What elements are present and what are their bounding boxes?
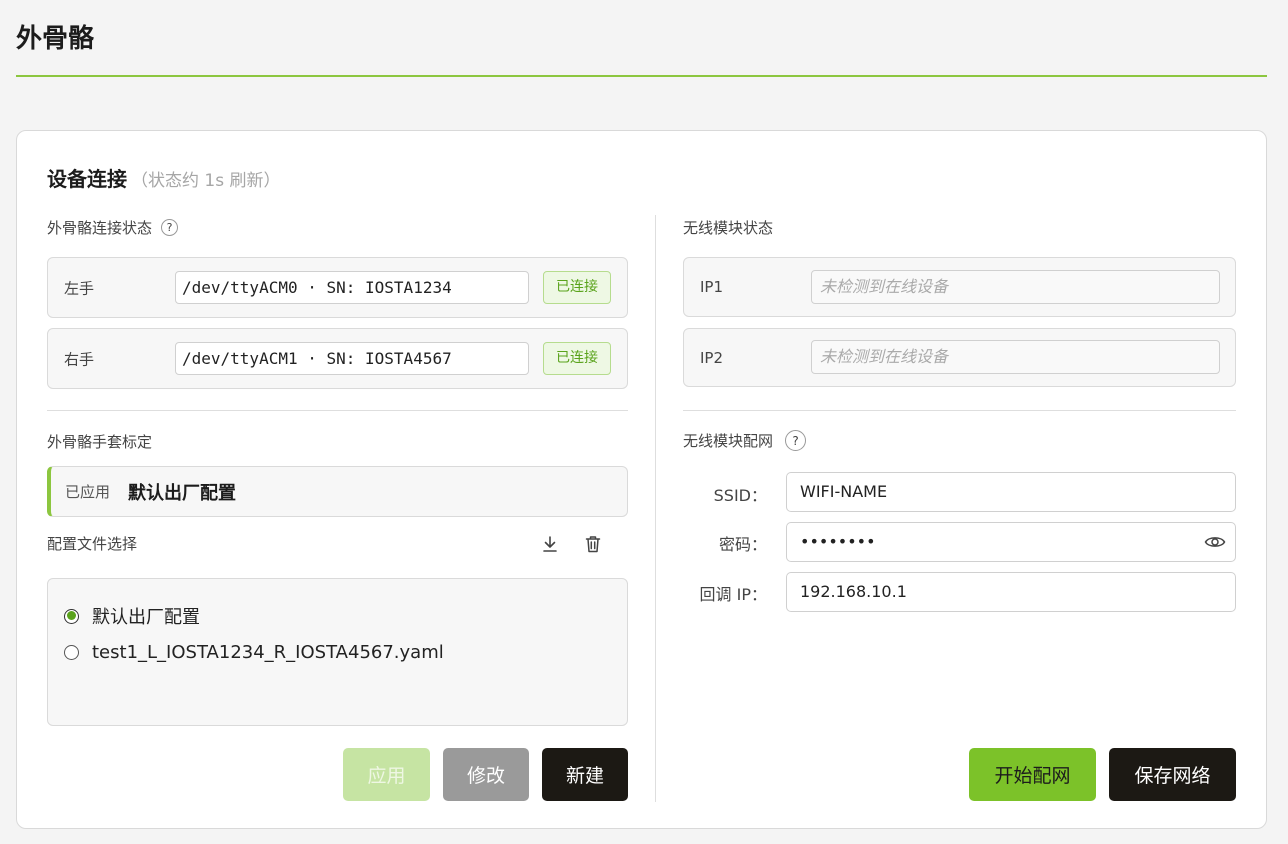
- ip1-row: IP1 未检测到在线设备: [683, 257, 1236, 317]
- trash-icon[interactable]: [582, 533, 604, 555]
- password-input[interactable]: ••••••••: [786, 522, 1236, 562]
- ip2-label: IP2: [700, 348, 724, 367]
- radio-checked[interactable]: [64, 608, 79, 624]
- ip2-field: 未检测到在线设备: [811, 340, 1220, 374]
- download-icon[interactable]: [539, 533, 561, 555]
- applied-label: 已应用: [65, 483, 111, 501]
- ip1-label: IP1: [700, 278, 724, 296]
- device-connection-card: 设备连接 （状态约 1s 刷新） 外骨骼连接状态 ? 左手 /dev/ttyACM…: [16, 130, 1267, 829]
- file-name: test1_L_IOSTA1234_R_IOSTA4567.yaml: [92, 642, 444, 663]
- config-file-list: 默认出厂配置 test1_L_IOSTA1234_R_IOSTA4567.yam…: [47, 578, 628, 726]
- help-icon[interactable]: ?: [161, 219, 179, 236]
- apply-button[interactable]: 应用: [343, 748, 430, 801]
- eye-icon[interactable]: [1204, 533, 1226, 551]
- file-item-factory-default[interactable]: 默认出厂配置: [64, 603, 200, 629]
- file-name: 默认出厂配置: [92, 607, 200, 628]
- right-hand-status-badge: 已连接: [543, 342, 611, 375]
- callback-ip-input[interactable]: 192.168.10.1: [786, 572, 1236, 612]
- title-divider: [16, 75, 1267, 77]
- left-hand-row: 左手 /dev/ttyACM0 · SN: IOSTA1234 已连接: [47, 257, 628, 318]
- callback-ip-label: 回调 IP：: [699, 585, 767, 604]
- network-config-label: 无线模块配网 ?: [683, 430, 807, 451]
- network-config-label-text: 无线模块配网: [683, 432, 774, 450]
- wireless-status-label: 无线模块状态: [683, 219, 774, 237]
- ssid-label: SSID：: [713, 486, 767, 505]
- file-item-test1-yaml[interactable]: test1_L_IOSTA1234_R_IOSTA4567.yaml: [64, 642, 444, 663]
- card-title: 设备连接 （状态约 1s 刷新）: [47, 163, 280, 192]
- save-network-button[interactable]: 保存网络: [1109, 748, 1236, 801]
- left-hand-port-field: /dev/ttyACM0 · SN: IOSTA1234: [175, 271, 529, 304]
- card-refresh-hint: （状态约 1s 刷新）: [131, 171, 281, 191]
- help-icon[interactable]: ?: [785, 430, 807, 451]
- new-button[interactable]: 新建: [542, 748, 628, 801]
- calibration-label: 外骨骼手套标定: [47, 433, 153, 451]
- ip2-row: IP2 未检测到在线设备: [683, 328, 1236, 387]
- column-divider: [655, 215, 656, 802]
- radio-unchecked[interactable]: [64, 645, 79, 660]
- right-hand-row: 右手 /dev/ttyACM1 · SN: IOSTA4567 已连接: [47, 328, 628, 389]
- card-title-text: 设备连接: [47, 167, 127, 191]
- ip1-field: 未检测到在线设备: [811, 270, 1220, 304]
- left-hand-status-badge: 已连接: [543, 271, 611, 304]
- right-divider: [683, 410, 1236, 411]
- file-select-label: 配置文件选择: [47, 535, 138, 553]
- exo-status-label-text: 外骨骼连接状态: [47, 219, 153, 237]
- password-label: 密码：: [718, 535, 767, 554]
- applied-config-box: 已应用 默认出厂配置: [47, 466, 628, 517]
- left-hand-label: 左手: [64, 279, 95, 297]
- right-hand-label: 右手: [64, 350, 95, 368]
- applied-config-name: 默认出厂配置: [128, 483, 236, 504]
- password-value: ••••••••: [800, 532, 876, 551]
- start-network-config-button[interactable]: 开始配网: [969, 748, 1096, 801]
- ssid-input[interactable]: WIFI-NAME: [786, 472, 1236, 512]
- page-title: 外骨骼: [16, 24, 95, 54]
- left-divider: [47, 410, 628, 411]
- edit-button[interactable]: 修改: [443, 748, 529, 801]
- exo-status-label: 外骨骼连接状态 ?: [47, 217, 179, 238]
- right-hand-port-field: /dev/ttyACM1 · SN: IOSTA4567: [175, 342, 529, 375]
